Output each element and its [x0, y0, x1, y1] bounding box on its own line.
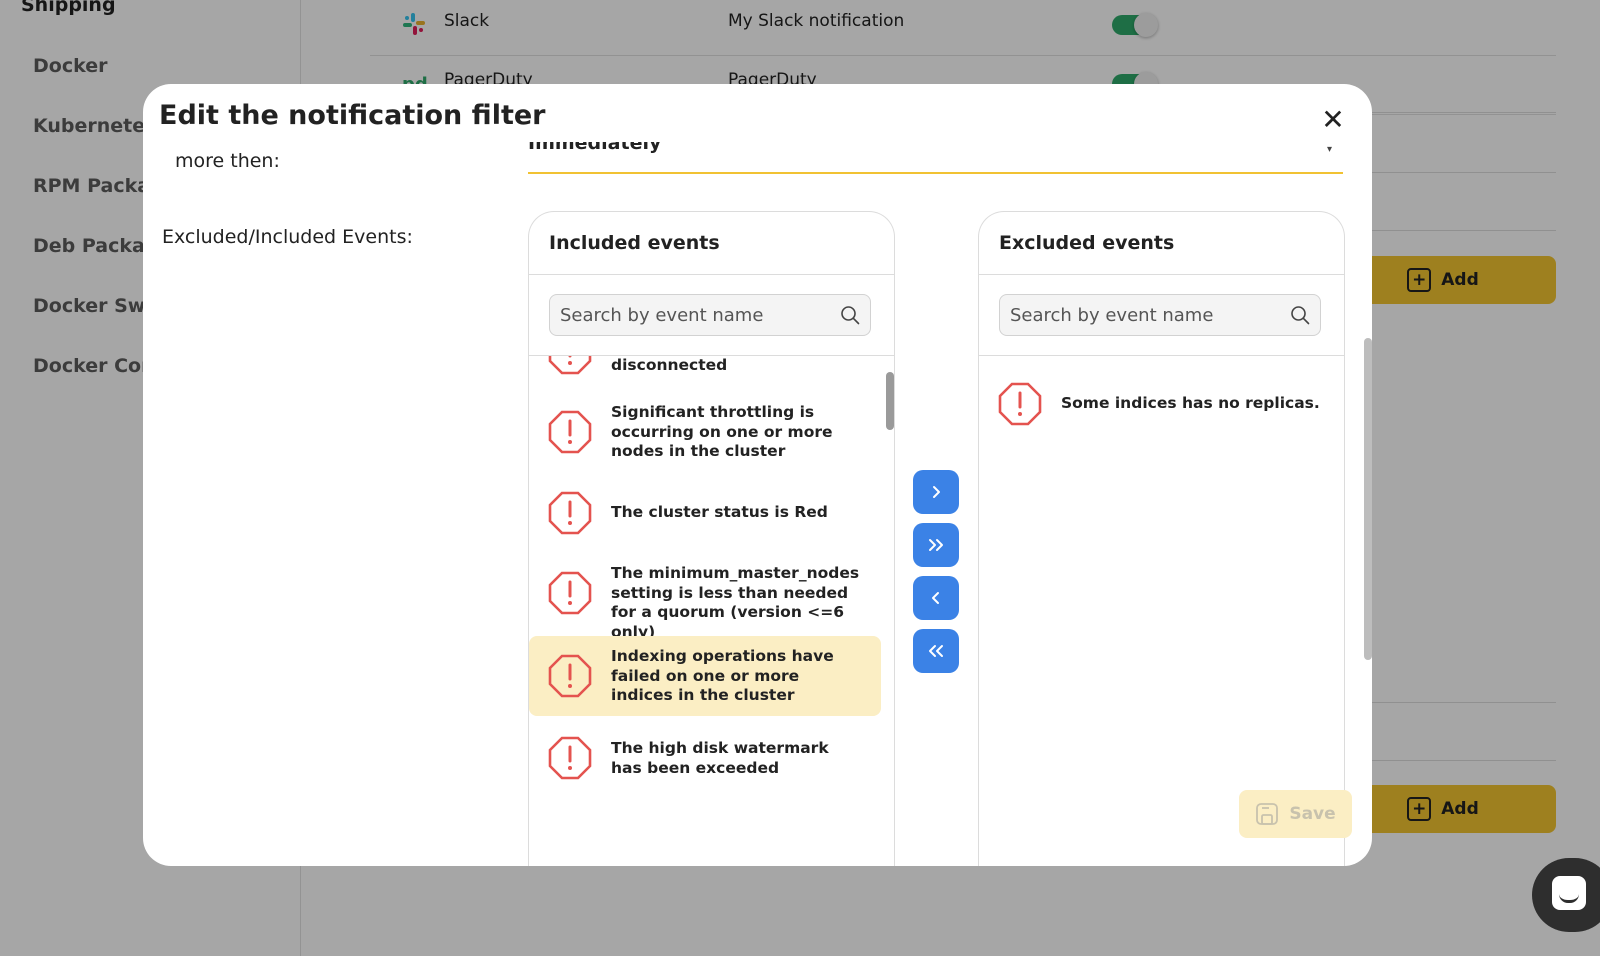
alert-octagon-icon	[548, 356, 592, 375]
frequency-underline	[528, 172, 1343, 174]
save-button[interactable]: Save	[1239, 790, 1352, 838]
chevrons-left-icon	[929, 645, 943, 657]
close-icon[interactable]: ✕	[1319, 106, 1347, 134]
list-item[interactable]: The high disk watermark has been exceede…	[529, 718, 881, 798]
list-item[interactable]: The cluster status is Red	[529, 474, 881, 552]
included-events-title: Included events	[549, 232, 720, 254]
event-name: Significant throttling is occurring on o…	[611, 403, 833, 460]
event-name: disconnected	[611, 356, 728, 374]
move-left-button[interactable]	[913, 576, 959, 620]
save-icon	[1256, 803, 1279, 825]
save-button-label: Save	[1289, 804, 1336, 824]
alert-octagon-icon	[548, 571, 592, 615]
chat-launcher[interactable]	[1532, 858, 1600, 932]
modal-scrollbar[interactable]	[1364, 338, 1372, 660]
list-item-selected[interactable]: Indexing operations have failed on one o…	[529, 636, 881, 716]
chevrons-right-icon	[929, 539, 943, 551]
move-all-left-button[interactable]	[913, 629, 959, 673]
search-icon[interactable]	[840, 305, 860, 325]
modal-title: Edit the notification filter	[159, 100, 546, 131]
frequency-label: more then:	[175, 150, 280, 172]
chat-icon	[1552, 876, 1586, 910]
chevron-left-icon	[932, 592, 939, 604]
frequency-value: Immediately	[528, 142, 662, 154]
excluded-search-input[interactable]	[1010, 295, 1280, 335]
included-events-panel: Included events disconnected	[528, 211, 895, 866]
list-item[interactable]: Some indices has no replicas.	[979, 366, 1331, 442]
excluded-search-field	[999, 294, 1321, 336]
chevron-down-icon: ▾	[1326, 144, 1332, 155]
chevron-right-icon	[933, 486, 940, 498]
event-name: Indexing operations have failed on one o…	[611, 647, 834, 704]
alert-octagon-icon	[548, 491, 592, 535]
excluded-events-panel: Excluded events Some indices has no repl…	[978, 211, 1345, 866]
alert-octagon-icon	[998, 382, 1042, 426]
edit-filter-modal: Edit the notification filter ✕ more then…	[143, 84, 1372, 866]
move-all-right-button[interactable]	[913, 523, 959, 567]
alert-octagon-icon	[548, 736, 592, 780]
event-name: The minimum_master_nodes setting is less…	[611, 564, 860, 641]
included-list-scrollbar[interactable]	[886, 372, 894, 430]
search-icon[interactable]	[1290, 305, 1310, 325]
move-right-button[interactable]	[913, 470, 959, 514]
frequency-select[interactable]: Immediately ▾	[528, 142, 1338, 170]
list-item[interactable]: Significant throttling is occurring on o…	[529, 392, 881, 472]
alert-octagon-icon	[548, 410, 592, 454]
excluded-events-title: Excluded events	[999, 232, 1175, 254]
included-events-list: disconnected Significant throttling is o…	[529, 356, 894, 866]
list-item[interactable]: The minimum_master_nodes setting is less…	[529, 552, 881, 641]
included-search-field	[549, 294, 871, 336]
list-item[interactable]: disconnected	[529, 356, 881, 382]
event-name: The high disk watermark has been exceede…	[611, 739, 829, 777]
events-label: Excluded/Included Events:	[162, 226, 413, 248]
included-search-input[interactable]	[560, 295, 830, 335]
alert-octagon-icon	[548, 654, 592, 698]
event-name: Some indices has no replicas.	[1061, 394, 1320, 412]
event-name: The cluster status is Red	[611, 503, 828, 521]
